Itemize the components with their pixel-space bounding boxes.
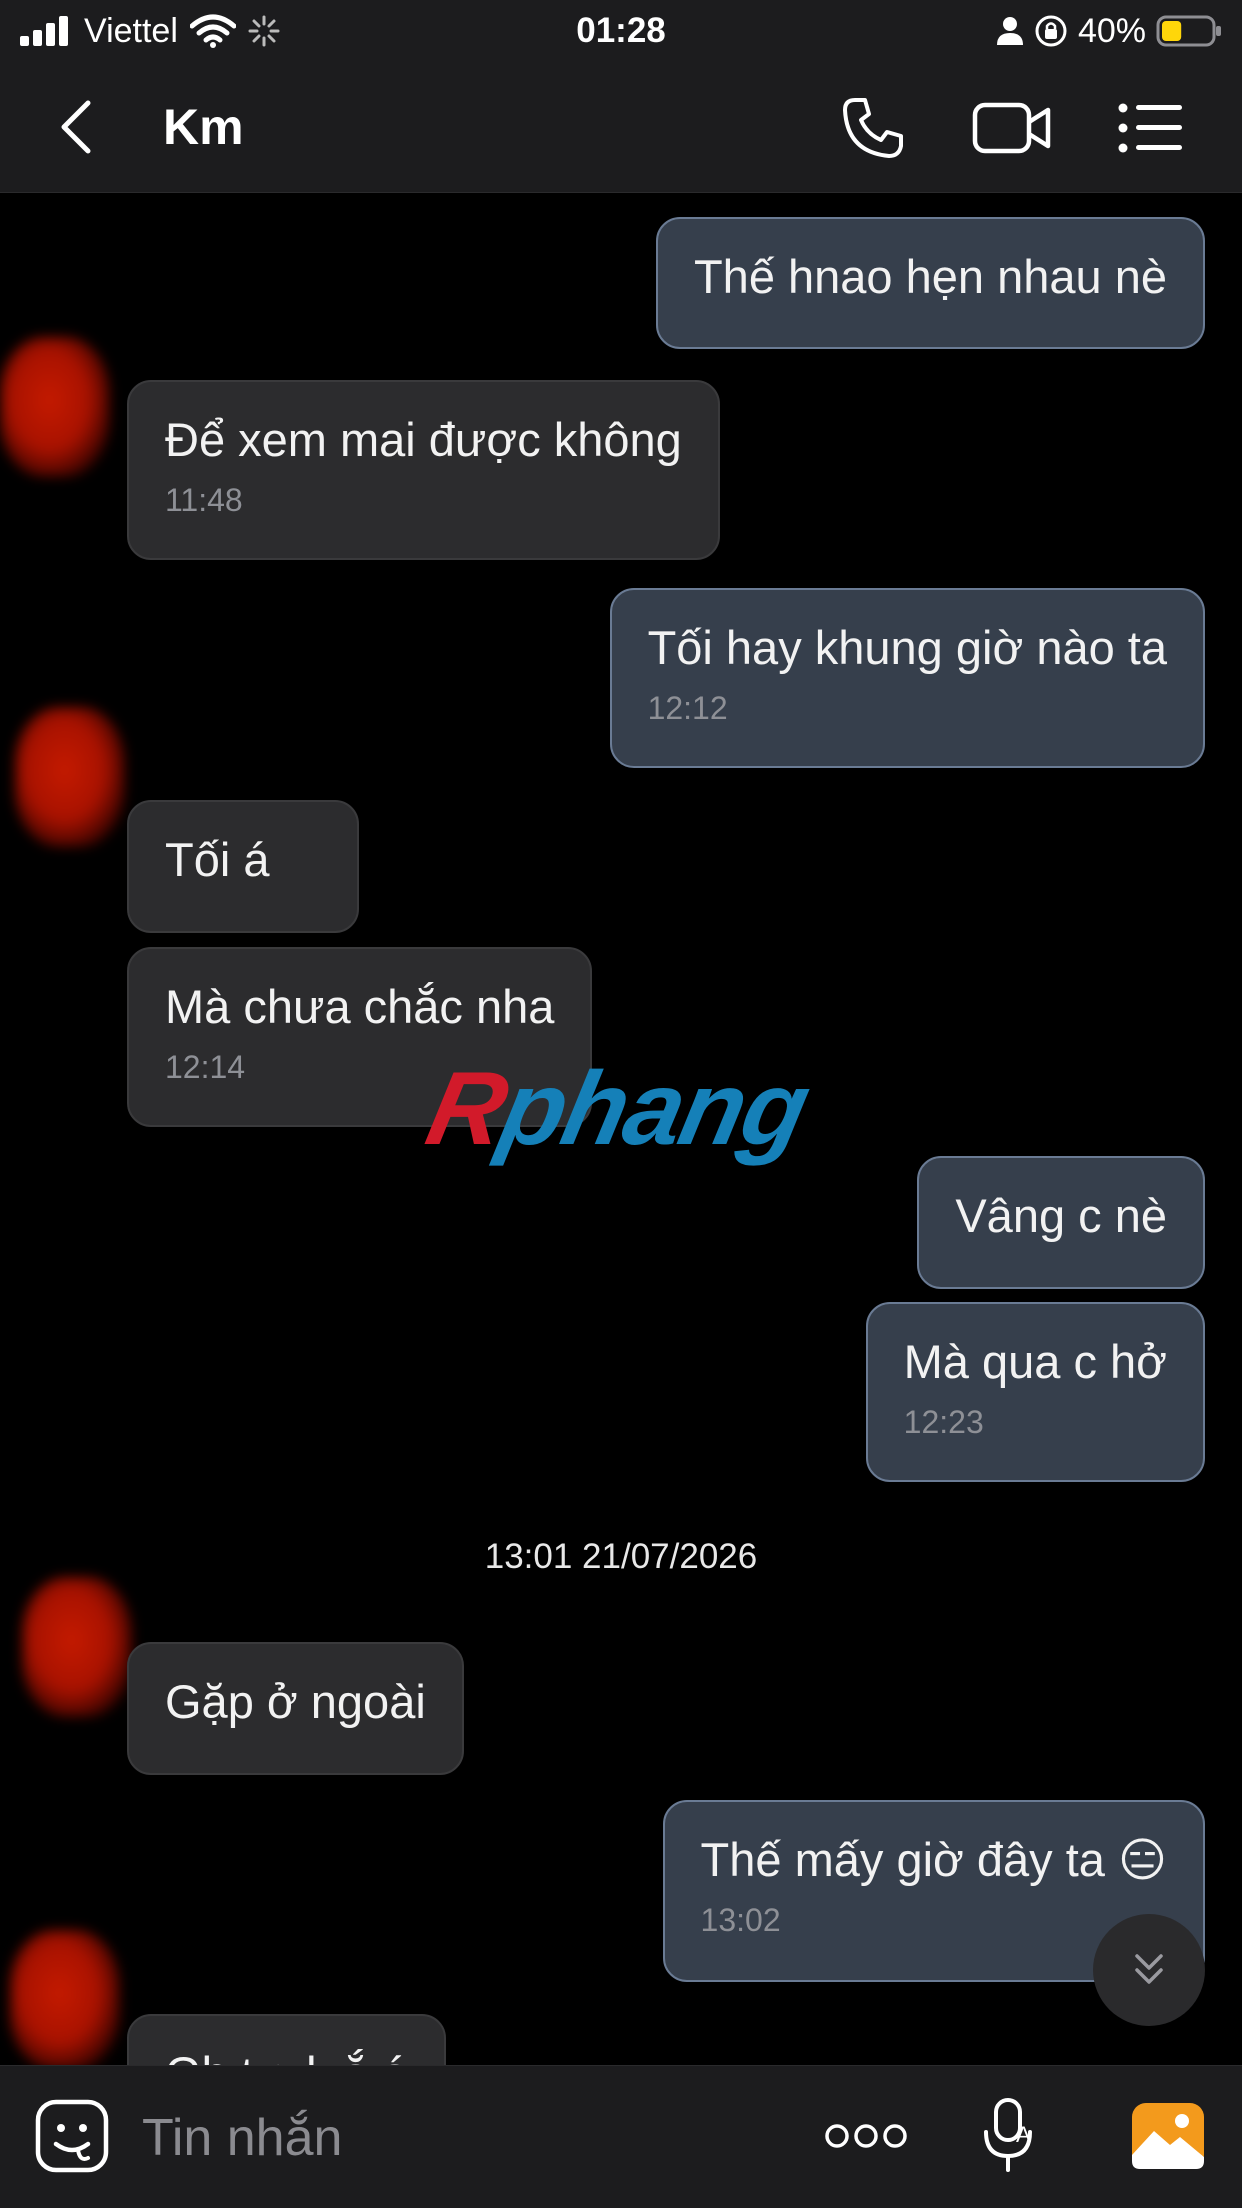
message-input[interactable] (140, 2102, 784, 2174)
message-time: 11:48 (165, 482, 243, 519)
message-text: Thế mấy giờ đây ta 😑 (700, 1833, 1167, 1886)
microphone-icon: A (984, 2098, 1032, 2172)
status-right: 40% (996, 8, 1222, 54)
sticker-button[interactable] (32, 2096, 112, 2176)
message-text: Tối á (165, 833, 270, 886)
chat-screen: Viettel 01:28 40% Km Thế hnao hẹn nhau n… (0, 0, 1242, 2208)
chat-header: Km (0, 62, 1242, 193)
person-icon (996, 17, 1023, 45)
rotation-lock-icon (1035, 15, 1067, 47)
message-bubble[interactable]: Để xem mai được không 11:48 (127, 380, 720, 560)
watermark-part-2: phang (490, 1051, 818, 1167)
message-composer: A (0, 2065, 1242, 2208)
watermark-logo: Rphang (417, 1050, 818, 1169)
message-time: 13:02 (700, 1902, 781, 1939)
avatar[interactable] (10, 1930, 120, 2065)
message-bubble[interactable]: Vâng c nè (917, 1156, 1205, 1289)
list-menu-icon (1118, 103, 1182, 153)
scroll-to-bottom-button[interactable] (1093, 1914, 1205, 2026)
message-text: Mà qua c hở (903, 1335, 1167, 1388)
battery-percent: 40% (1077, 11, 1146, 50)
message-text: Gh t g k ắ á (165, 2046, 408, 2065)
back-button[interactable] (56, 92, 116, 162)
video-camera-icon (972, 102, 1051, 154)
message-bubble[interactable]: Tối á (127, 800, 359, 933)
send-image-button[interactable] (1128, 2096, 1208, 2176)
double-chevron-down-icon (1135, 1954, 1163, 1984)
chevron-left-icon (61, 100, 91, 154)
status-bar: Viettel 01:28 40% (0, 0, 1242, 62)
avatar[interactable] (22, 1577, 132, 1717)
menu-button[interactable] (1106, 90, 1196, 166)
message-list[interactable]: Thế hnao hẹn nhau nè Để xem mai được khô… (0, 192, 1242, 2065)
phone-icon (843, 98, 903, 158)
message-text: Thế hnao hẹn nhau nè (693, 250, 1167, 303)
message-text: Tối hay khung giờ nào ta (647, 621, 1167, 674)
sticker-face-icon (35, 2099, 109, 2173)
message-bubble[interactable]: Gặp ở ngoài (127, 1642, 464, 1775)
avatar[interactable] (0, 337, 110, 477)
message-bubble[interactable]: Tối hay khung giờ nào ta 12:12 (609, 588, 1205, 768)
message-bubble[interactable]: Mà qua c hở 12:23 (865, 1302, 1205, 1482)
chat-title[interactable]: Km (163, 98, 244, 156)
battery-icon (1156, 15, 1221, 47)
svg-text:A: A (1016, 2122, 1031, 2147)
more-options-button[interactable] (818, 2096, 914, 2176)
message-text: Gặp ở ngoài (165, 1675, 426, 1728)
voice-to-text-button[interactable]: A (970, 2096, 1050, 2176)
message-time: 12:23 (903, 1404, 984, 1441)
message-text: Vâng c nè (955, 1189, 1167, 1242)
avatar[interactable] (15, 707, 125, 847)
message-bubble[interactable]: Gh t g k ắ á (127, 2014, 446, 2065)
message-time: 12:12 (647, 690, 728, 727)
more-dots-icon (825, 2124, 907, 2148)
video-call-button[interactable] (967, 90, 1057, 166)
image-gallery-icon (1132, 2103, 1204, 2169)
message-bubble[interactable]: Thế hnao hẹn nhau nè (655, 217, 1205, 349)
voice-call-button[interactable] (828, 90, 918, 166)
date-separator: 13:01 21/07/2026 (484, 1537, 758, 1576)
message-text: Để xem mai được không (165, 413, 682, 466)
message-text: Mà chưa chắc nha (165, 980, 555, 1033)
